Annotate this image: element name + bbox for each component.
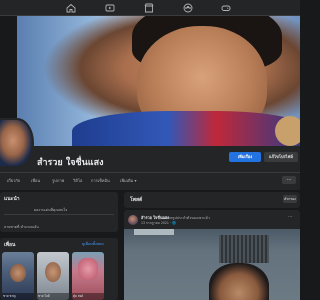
home-icon[interactable] bbox=[66, 3, 76, 13]
post-photo-lamp bbox=[134, 229, 174, 235]
tab-about[interactable]: เกี่ยวกับ bbox=[7, 177, 20, 184]
post-photo-window bbox=[219, 235, 269, 263]
tab-more[interactable]: เพิ่มเติม ▾ bbox=[120, 177, 137, 184]
avatar[interactable] bbox=[0, 118, 34, 168]
post-photo[interactable] bbox=[124, 229, 300, 300]
marketplace-icon[interactable] bbox=[144, 3, 154, 13]
post-more-options-icon[interactable]: ··· bbox=[288, 214, 293, 220]
friend-photo bbox=[10, 264, 26, 282]
friend-tile[interactable]: ชาย ใจดี bbox=[37, 252, 69, 300]
add-story-button[interactable]: เพิ่มเรื่อง bbox=[229, 152, 261, 162]
tab-photos[interactable]: รูปภาพ bbox=[52, 177, 64, 184]
friend-tile[interactable]: ชาย ชาญ bbox=[2, 252, 34, 300]
top-nav-bar bbox=[0, 0, 300, 16]
cover-shirt bbox=[72, 111, 300, 146]
cover-photo[interactable] bbox=[17, 16, 300, 146]
filter-button[interactable]: ตัวกรอง bbox=[283, 195, 297, 203]
friend-tile[interactable]: ตุ้ม สงค์ bbox=[72, 252, 104, 300]
intro-line-2: ลายพาดที่ คำเกมณอัน bbox=[4, 225, 39, 229]
friend-photo bbox=[45, 262, 61, 282]
friend-photo bbox=[78, 258, 98, 280]
posts-header-card bbox=[124, 192, 300, 208]
friend-name: ชาย ใจดี bbox=[37, 293, 69, 300]
post-photo-face bbox=[209, 263, 269, 300]
tab-videos[interactable]: วิดีโอ bbox=[73, 177, 82, 184]
friend-name: ชาย ชาญ bbox=[2, 293, 34, 300]
posts-title: โพสต์ bbox=[130, 197, 143, 203]
tab-checkins[interactable]: การเช็คอิน bbox=[91, 177, 110, 184]
intro-line-1: ผลงานเด่นที่คุณสนใจ bbox=[34, 208, 68, 212]
groups-icon[interactable] bbox=[183, 3, 193, 13]
intro-title: แนะนำ bbox=[4, 196, 20, 202]
friend-name: ตุ้ม สงค์ bbox=[72, 293, 104, 300]
post-author-avatar[interactable] bbox=[128, 215, 138, 225]
tab-friends[interactable]: เพื่อน bbox=[31, 177, 40, 184]
edit-profile-button[interactable]: แก้ไขโปรไฟล์ bbox=[264, 152, 298, 162]
cover-teddy-bear bbox=[275, 116, 300, 146]
profile-tabs: เกี่ยวกับ เพื่อน รูปภาพ วิดีโอ การเช็คอิ… bbox=[0, 172, 300, 188]
post-timestamp[interactable]: 13 กรกฎาคม 2021 · 🌐 bbox=[141, 221, 176, 226]
profile-name: สำรวย ใจชื่นแสง bbox=[37, 158, 104, 168]
see-all-friends-link[interactable]: ดูเพื่อนทั้งหมด bbox=[82, 241, 104, 247]
tabs-more-button[interactable]: ··· bbox=[282, 176, 296, 184]
intro-divider bbox=[4, 214, 114, 215]
gaming-icon[interactable] bbox=[221, 3, 231, 13]
video-icon[interactable] bbox=[105, 3, 115, 13]
friends-title: เพื่อน bbox=[4, 242, 16, 248]
